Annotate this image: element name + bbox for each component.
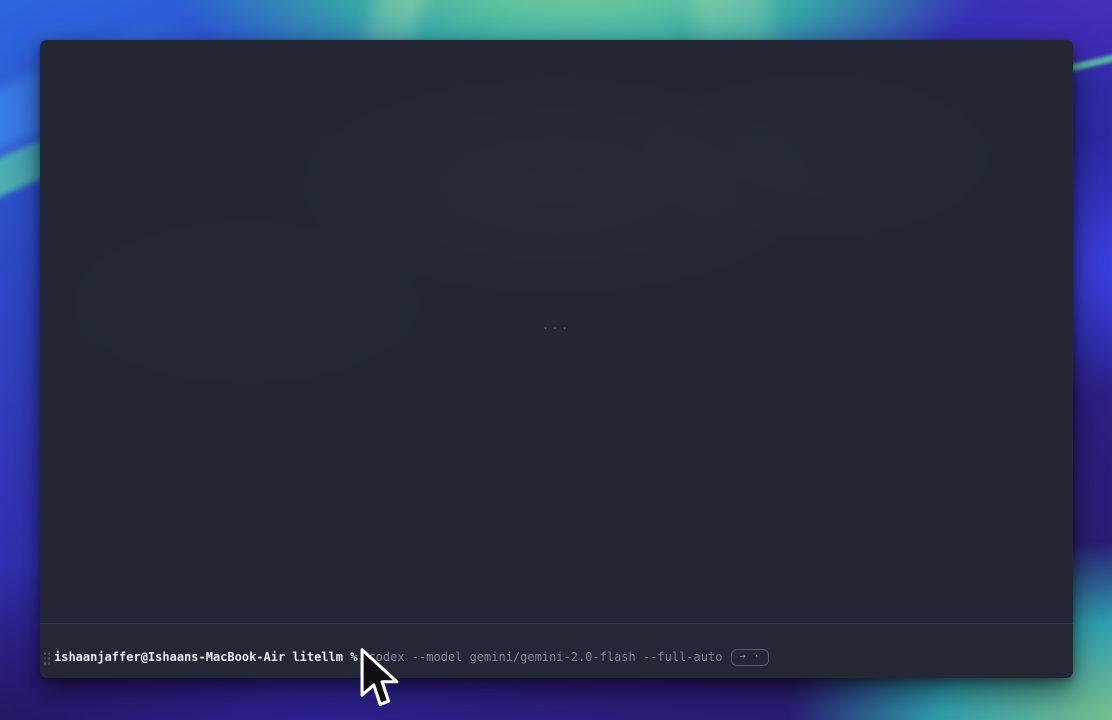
terminal-input-area[interactable]: ishaanjaffer@Ishaans-MacBook-Air litellm… <box>40 624 1073 678</box>
accept-suggestion-hint[interactable]: → · <box>731 649 768 666</box>
loading-indicator: ··· <box>542 323 571 334</box>
text-caret <box>362 651 366 665</box>
desktop: ··· ishaanjaffer@Ishaans-MacBook-Air lit… <box>0 0 1112 720</box>
command-suggestion-text: codex --model gemini/gemini-2.0-flash --… <box>368 650 722 665</box>
terminal-window[interactable]: ··· ishaanjaffer@Ishaans-MacBook-Air lit… <box>40 40 1073 678</box>
shell-prompt: ishaanjaffer@Ishaans-MacBook-Air litellm… <box>54 650 357 665</box>
terminal-output-area[interactable]: ··· <box>40 40 1073 623</box>
block-drag-handle-icon[interactable] <box>43 651 50 665</box>
command-line[interactable]: ishaanjaffer@Ishaans-MacBook-Air litellm… <box>54 649 1063 666</box>
